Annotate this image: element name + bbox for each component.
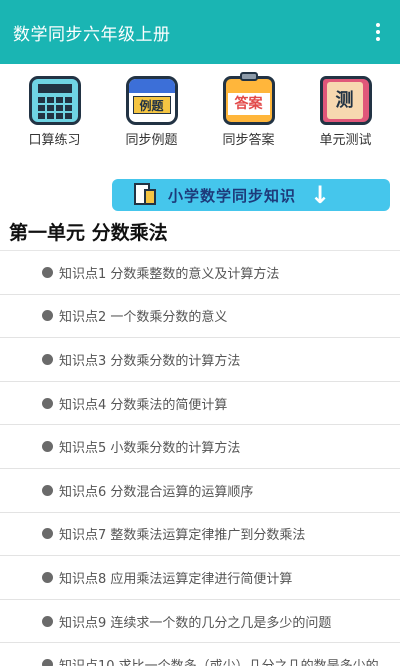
- list-item[interactable]: 知识点5 小数乘分数的计算方法: [0, 425, 400, 469]
- more-menu-icon[interactable]: [368, 17, 388, 47]
- grid-item-unit-test[interactable]: 测 单元测试: [302, 76, 390, 148]
- grid-item-label: 同步答案: [222, 133, 275, 148]
- book-test-icon: 测: [319, 76, 372, 125]
- list-item[interactable]: 知识点4 分数乘法的简便计算: [0, 382, 400, 426]
- list-item[interactable]: 知识点9 连续求一个数的几分之几是多少的问题: [0, 600, 400, 644]
- grid-item-label: 口算练习: [28, 133, 81, 148]
- calculator-icon: [28, 76, 81, 125]
- bullet-icon: [42, 571, 53, 583]
- bullet-icon: [42, 310, 53, 322]
- grid-item-answers[interactable]: 答案 同步答案: [205, 72, 293, 148]
- bullet-icon: [42, 441, 53, 453]
- banner-area: 小学数学同步知识 ↓: [0, 148, 400, 220]
- list-item[interactable]: 知识点1 分数乘整数的意义及计算方法: [0, 251, 400, 295]
- unit-title: 第一单元 分数乘法: [9, 222, 168, 244]
- banner-text: 小学数学同步知识: [168, 186, 297, 205]
- list-item[interactable]: 知识点6 分数混合运算的运算顺序: [0, 469, 400, 513]
- grid-item-label: 同步例题: [125, 133, 178, 148]
- list-item[interactable]: 知识点2 一个数乘分数的意义: [0, 295, 400, 339]
- knowledge-list: 知识点1 分数乘整数的意义及计算方法 知识点2 一个数乘分数的意义 知识点3 分…: [0, 250, 400, 666]
- icon-tag: 例题: [132, 96, 171, 114]
- grid-item-label: 单元测试: [319, 133, 372, 148]
- bullet-icon: [42, 528, 53, 540]
- feature-grid: 口算练习 例题 同步例题 答案 同步答案 测 单元测试: [0, 64, 400, 148]
- bullet-icon: [42, 484, 53, 496]
- icon-tag: 测: [328, 89, 361, 113]
- arrow-down-icon: ↓: [310, 181, 331, 209]
- bullet-icon: [42, 266, 53, 278]
- list-item[interactable]: 知识点7 整数乘法运算定律推广到分数乘法: [0, 513, 400, 557]
- list-item[interactable]: 知识点3 分数乘分数的计算方法: [0, 338, 400, 382]
- clipboard-answer-icon: 答案: [222, 72, 275, 125]
- app-bar: 数学同步六年级上册: [0, 0, 400, 64]
- list-item[interactable]: 知识点8 应用乘法运算定律进行简便计算: [0, 556, 400, 600]
- app-title: 数学同步六年级上册: [13, 24, 171, 45]
- bullet-icon: [42, 659, 53, 666]
- knowledge-banner[interactable]: 小学数学同步知识 ↓: [112, 179, 390, 211]
- bullet-icon: [42, 397, 53, 409]
- bullet-icon: [42, 353, 53, 365]
- icon-tag: 答案: [227, 93, 270, 115]
- bullet-icon: [42, 615, 53, 627]
- grid-item-examples[interactable]: 例题 同步例题: [108, 76, 196, 148]
- list-item[interactable]: 知识点10 求比一个数多（或少）几分之几的数是多少的: [0, 643, 400, 666]
- calendar-example-icon: 例题: [125, 76, 178, 125]
- document-icon: [132, 181, 162, 209]
- grid-item-oral-calc[interactable]: 口算练习: [11, 76, 99, 148]
